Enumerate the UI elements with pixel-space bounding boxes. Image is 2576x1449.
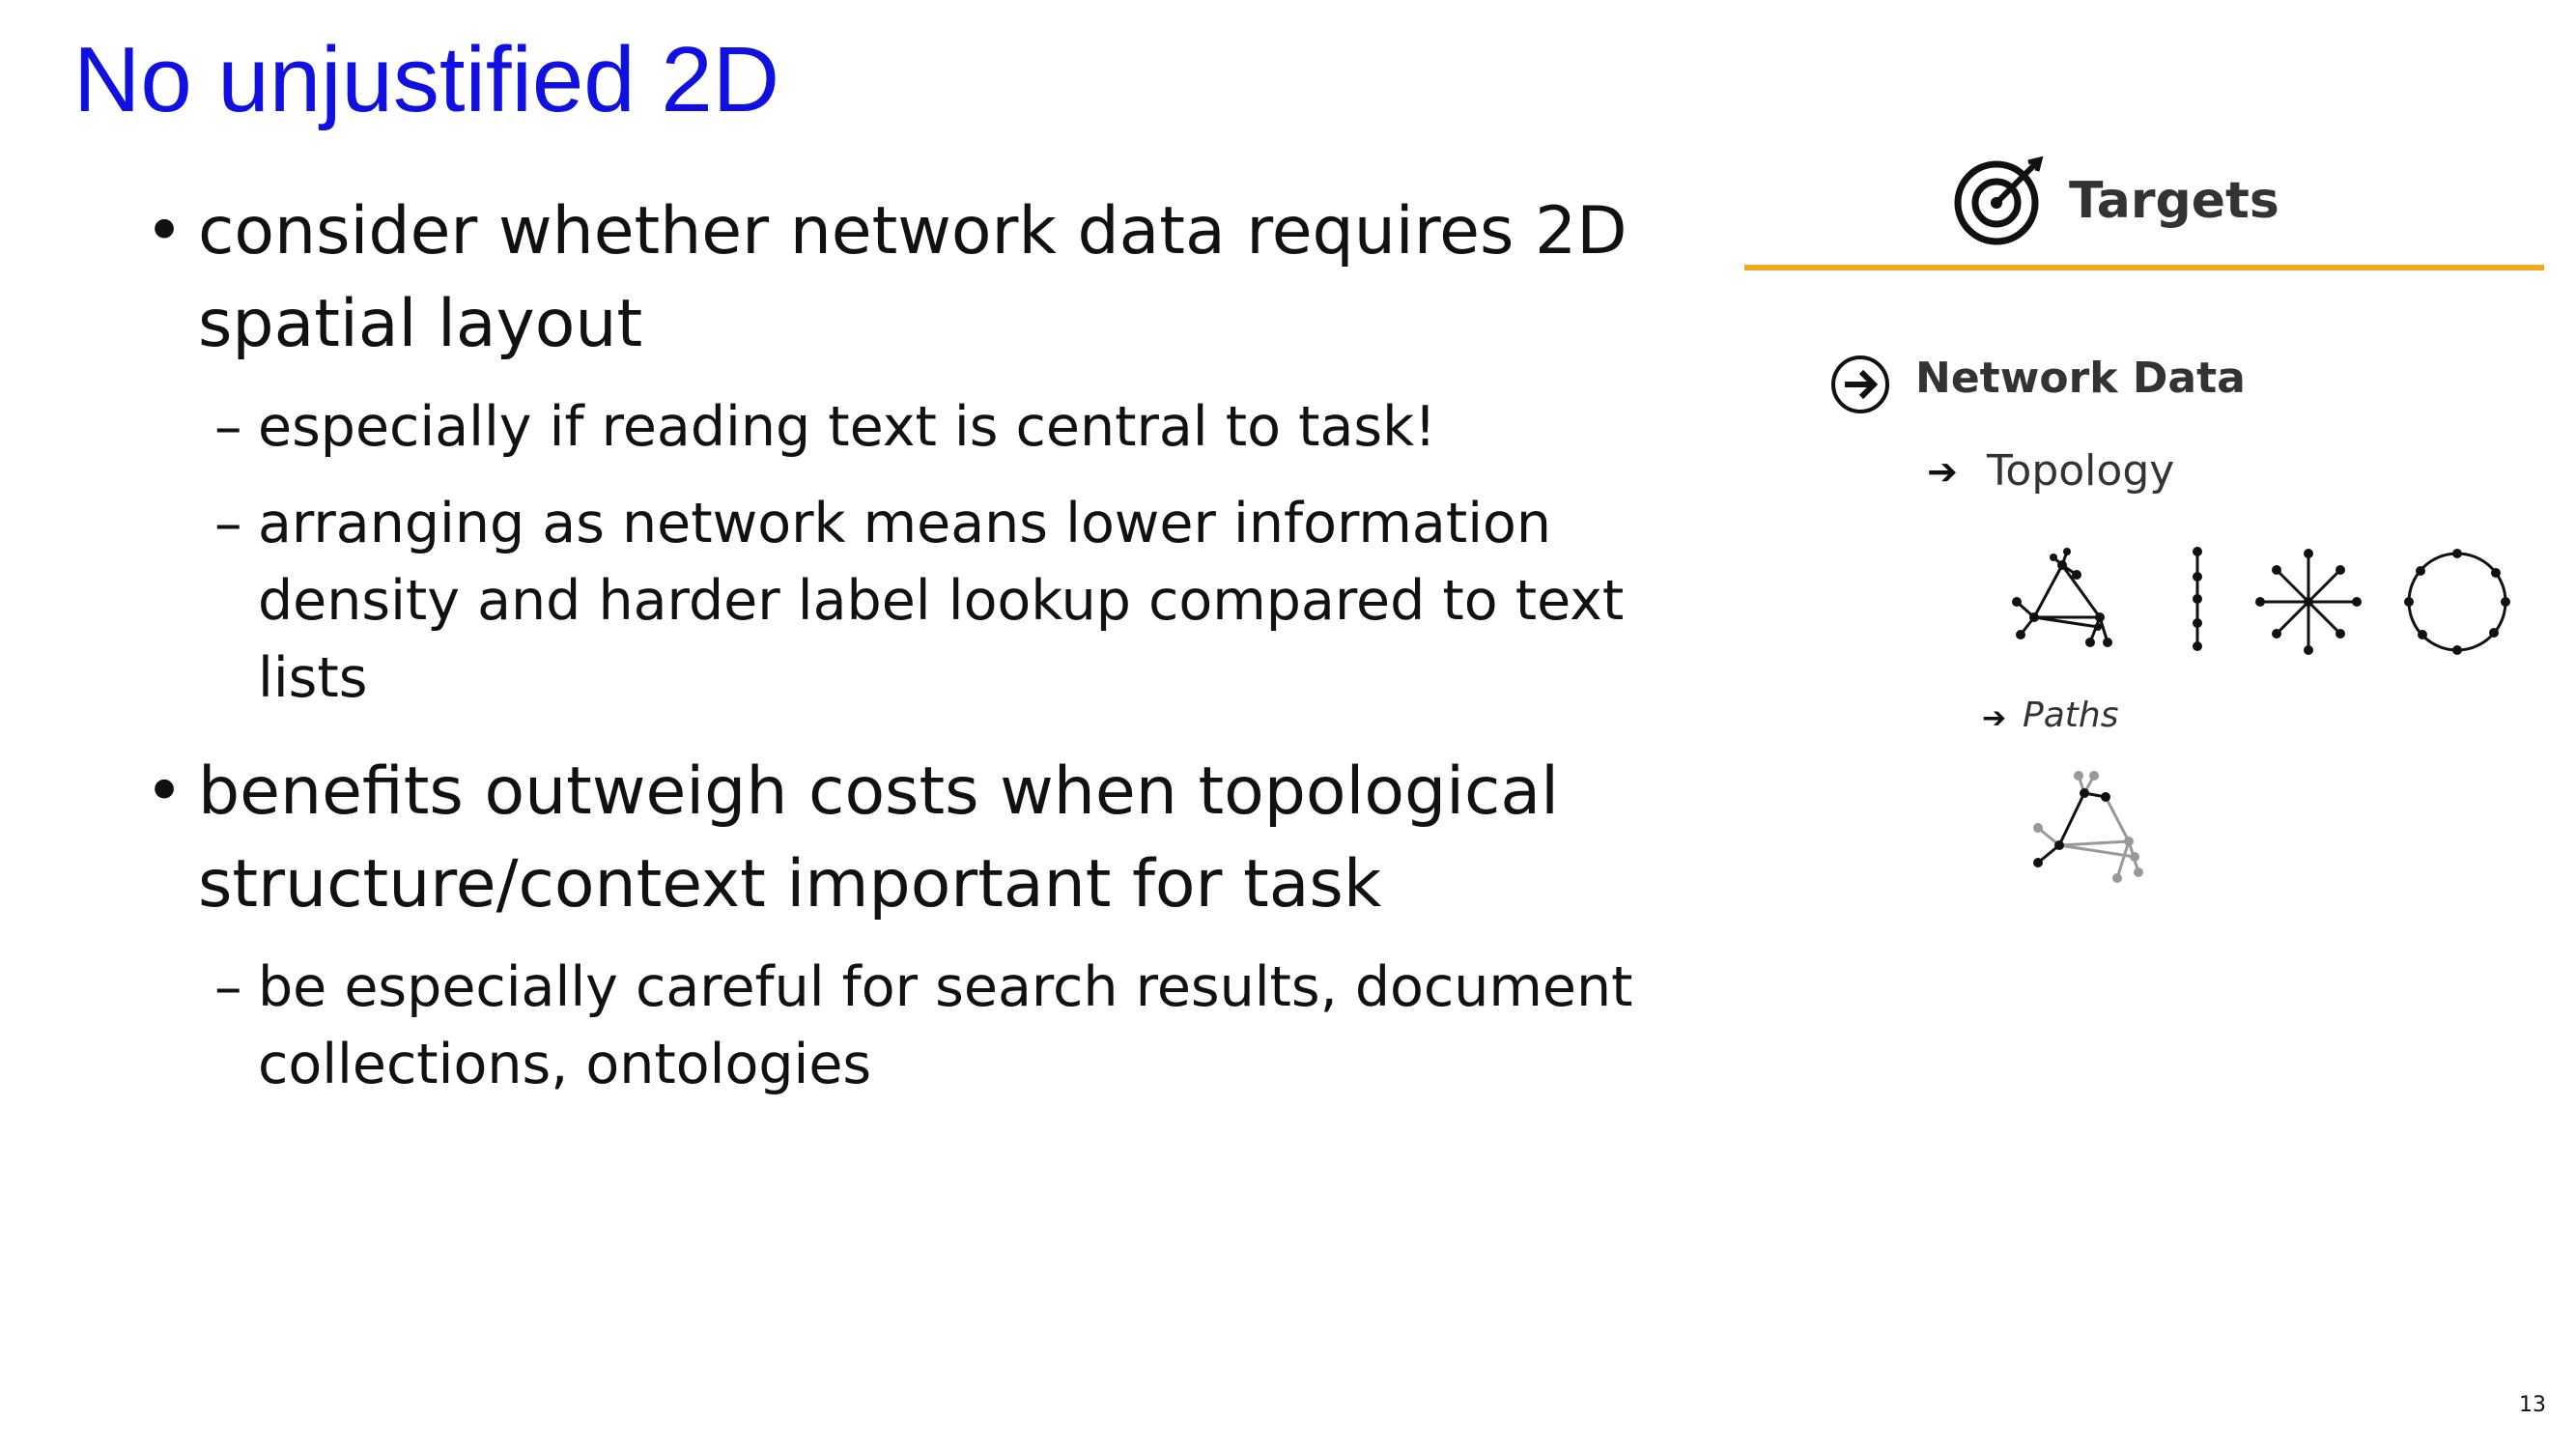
star-graph-icon [2255, 549, 2362, 655]
bullet-text: benefits outweigh costs when topological… [198, 753, 1559, 923]
network-graph-icon [2012, 548, 2112, 647]
path-graph-icon [2033, 771, 2143, 883]
ring-graph-icon [2404, 549, 2510, 655]
target-icon [1954, 156, 2044, 245]
sub-bullet-item: – especially if reading text is central … [214, 388, 1663, 466]
bullet-text: consider whether network data requires 2… [198, 193, 1628, 362]
topology-label: Topology [1987, 446, 2175, 496]
bullet-dot: • [145, 193, 184, 270]
sub-bullet-text: be especially careful for search results… [258, 955, 1633, 1096]
sub-bullet-dash: – [214, 955, 242, 1019]
circled-arrow-icon [1831, 355, 1889, 413]
sub-bullet-text: arranging as network means lower informa… [258, 492, 1625, 710]
targets-heading: Targets [2069, 172, 2279, 230]
slide-title: No unjustified 2D [73, 28, 780, 131]
bullet-item: • consider whether network data requires… [145, 185, 1652, 371]
bullet-item: • benefits outweigh costs when topologic… [145, 746, 1652, 931]
network-data-label: Network Data [1915, 354, 2246, 403]
slide: No unjustified 2D • consider whether net… [0, 0, 2576, 1449]
arrow-right-icon: ➔ [1927, 450, 1958, 493]
page-number: 13 [2519, 1393, 2546, 1417]
bullet-dot: • [145, 753, 184, 830]
sub-bullet-dash: – [214, 492, 242, 555]
sub-bullet-text: especially if reading text is central to… [258, 395, 1436, 459]
sub-bullet-dash: – [214, 395, 242, 459]
sub-bullet-item: – arranging as network means lower infor… [214, 485, 1663, 717]
linear-chain-icon [2193, 547, 2202, 651]
paths-label: Paths [2023, 696, 2119, 735]
accent-divider [1744, 265, 2544, 270]
arrow-right-icon: ➔ [1982, 701, 2007, 735]
sub-bullet-item: – be especially careful for search resul… [214, 949, 1663, 1103]
